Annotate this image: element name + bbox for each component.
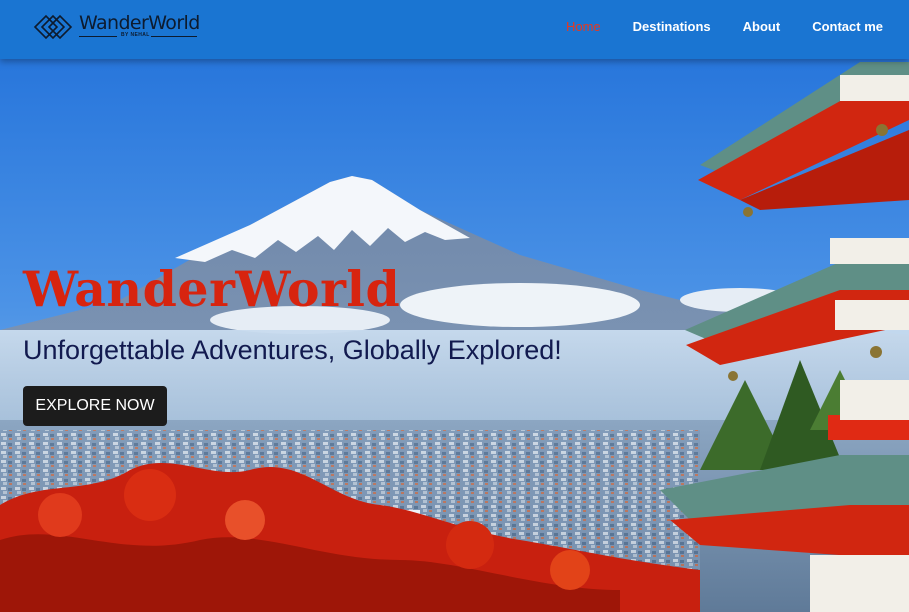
nav-link-destinations[interactable]: Destinations xyxy=(633,19,711,34)
nav-link-contact[interactable]: Contact me xyxy=(812,19,883,34)
brand-name: WanderWorld xyxy=(79,12,200,34)
hero-section: WanderWorld Unforgettable Adventures, Gl… xyxy=(0,0,909,612)
nav-link-home[interactable]: Home xyxy=(566,19,601,34)
main-nav: Home Destinations About Contact me xyxy=(566,19,883,34)
diamond-logo-icon xyxy=(33,14,73,40)
navbar: WanderWorld BY NEHAL Home Destinations A… xyxy=(0,0,909,59)
logo-divider xyxy=(151,36,197,37)
brand-byline: BY NEHAL xyxy=(121,32,150,38)
logo-divider xyxy=(79,36,117,37)
brand-logo[interactable]: WanderWorld BY NEHAL xyxy=(33,12,203,42)
hero-title: WanderWorld xyxy=(23,260,401,318)
nav-link-about[interactable]: About xyxy=(743,19,781,34)
hero-subtitle: Unforgettable Adventures, Globally Explo… xyxy=(23,335,562,365)
explore-now-button[interactable]: EXPLORE NOW xyxy=(23,386,167,426)
